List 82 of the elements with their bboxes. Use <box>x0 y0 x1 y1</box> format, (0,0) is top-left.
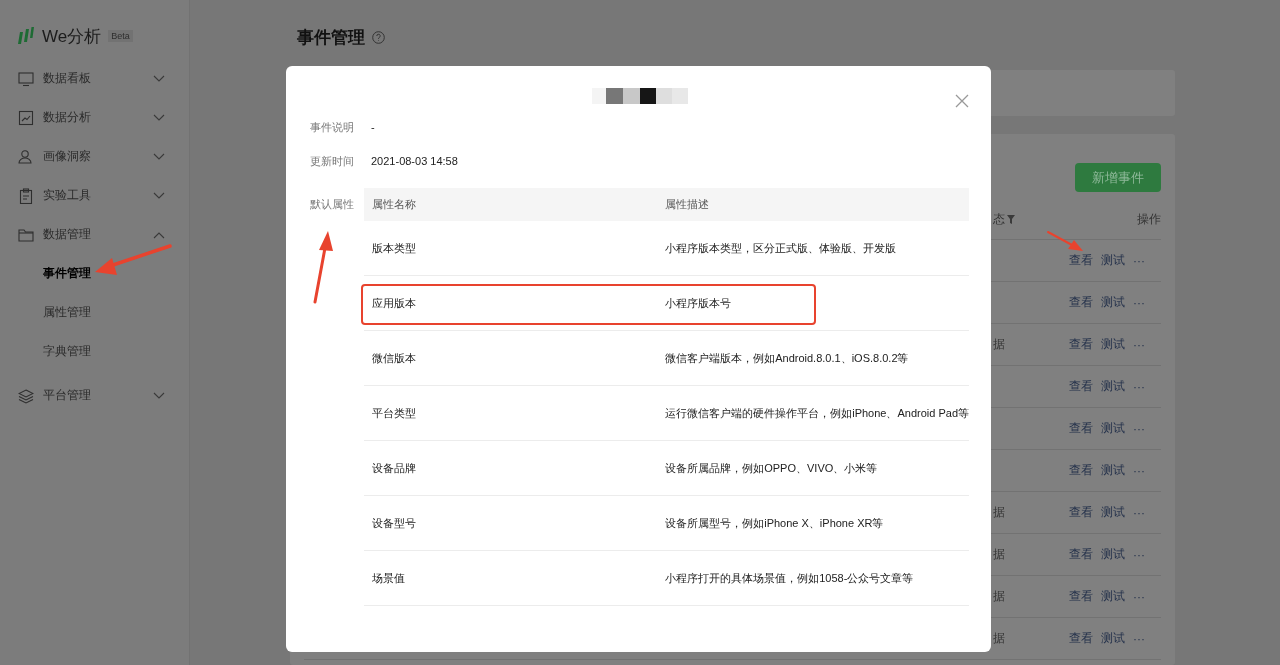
table-cell-text: 平台类型 <box>371 405 418 421</box>
column-header: 操作 <box>1137 211 1161 228</box>
action-link[interactable]: ··· <box>1133 505 1145 520</box>
folder-icon <box>18 226 34 243</box>
table-cell: 小程序打开的具体场景值，例如1058-公众号文章等 <box>665 570 914 586</box>
table-cell-text: 设备品牌 <box>371 460 418 476</box>
field-label: 默认属性 <box>310 197 355 212</box>
table-cell: 运行微信客户端的硬件操作平台，例如iPhone、Android Pad等 <box>665 405 969 421</box>
column-header: 属性名称 <box>371 197 418 212</box>
action-link[interactable]: 查看 <box>1069 462 1093 479</box>
action-link[interactable]: ··· <box>1133 463 1145 478</box>
menu-item[interactable]: 数据分析 <box>0 98 189 137</box>
table-cell-text: 版本类型 <box>371 240 418 256</box>
page-title: 事件管理 <box>297 26 365 49</box>
action-link[interactable]: 查看 <box>1069 252 1093 269</box>
action-link[interactable]: ··· <box>1133 589 1145 604</box>
table-cell: 设备所属型号，例如iPhone X、iPhone XR等 <box>665 515 884 531</box>
table-cell-text: 微信版本 <box>371 350 418 366</box>
app-logo: We分析 <box>42 25 102 48</box>
action-link[interactable]: 查看 <box>1069 420 1093 437</box>
layers-icon <box>18 387 34 404</box>
submenu-item[interactable]: 字典管理 <box>0 332 189 371</box>
table-cell: 小程序版本类型，区分正式版、体验版、开发版 <box>665 240 897 256</box>
action-link[interactable]: 查看 <box>1069 294 1093 311</box>
user-icon <box>18 148 34 165</box>
table-cell: 据 <box>993 504 1005 521</box>
menu-item[interactable]: 数据看板 <box>0 59 189 98</box>
action-link[interactable]: 查看 <box>1069 504 1093 521</box>
new-event-button[interactable]: 新增事件 <box>1075 163 1161 192</box>
action-link[interactable]: 测试 <box>1101 462 1125 479</box>
submenu-item[interactable]: 属性管理 <box>0 293 189 332</box>
chart-icon <box>18 109 34 126</box>
column-header: 态 <box>993 211 1005 228</box>
close-icon[interactable] <box>955 94 969 108</box>
action-link[interactable]: ··· <box>1133 337 1145 352</box>
monitor-icon <box>18 70 34 87</box>
action-link[interactable]: 测试 <box>1101 546 1125 563</box>
action-link[interactable]: 查看 <box>1069 378 1093 395</box>
table-cell-text: 场景值 <box>371 570 407 586</box>
logo-icon <box>17 26 35 46</box>
menu-item[interactable]: 画像洞察 <box>0 137 189 176</box>
clipboard-icon <box>18 187 34 204</box>
action-link[interactable]: 测试 <box>1101 420 1125 437</box>
action-link[interactable]: 测试 <box>1101 336 1125 353</box>
action-link[interactable]: 查看 <box>1069 336 1093 353</box>
action-link[interactable]: ··· <box>1133 253 1145 268</box>
action-link[interactable]: 查看 <box>1069 630 1093 647</box>
action-link[interactable]: 测试 <box>1101 294 1125 311</box>
menu-item[interactable]: 平台管理 <box>0 376 189 415</box>
field-label: 更新时间 <box>310 153 355 169</box>
action-link[interactable]: 查看 <box>1069 546 1093 563</box>
action-link[interactable]: 测试 <box>1101 588 1125 605</box>
filter-icon[interactable] <box>1007 215 1015 224</box>
action-link[interactable]: 测试 <box>1101 252 1125 269</box>
action-link[interactable]: ··· <box>1133 421 1145 436</box>
table-cell-text: 应用版本 <box>371 295 418 311</box>
table-cell: 据 <box>993 588 1005 605</box>
field-label: 事件说明 <box>310 119 355 135</box>
action-link[interactable]: 测试 <box>1101 378 1125 395</box>
table-cell: 据 <box>993 630 1005 647</box>
table-cell: 微信客户端版本，例如Android.8.0.1、iOS.8.0.2等 <box>665 350 909 366</box>
menu-item[interactable]: 实验工具 <box>0 176 189 215</box>
action-link[interactable]: 测试 <box>1101 630 1125 647</box>
beta-badge: Beta <box>108 30 133 42</box>
action-link[interactable]: ··· <box>1133 379 1145 394</box>
annotation-arrow <box>1047 231 1083 251</box>
action-link[interactable]: 查看 <box>1069 588 1093 605</box>
table-cell: 据 <box>993 546 1005 563</box>
field-value: - <box>371 121 375 133</box>
field-value: 2021-08-03 14:58 <box>371 155 458 167</box>
table-cell-text: 设备型号 <box>371 515 418 531</box>
help-icon[interactable] <box>372 30 385 44</box>
action-link[interactable]: ··· <box>1133 547 1145 562</box>
table-cell: 设备所属品牌，例如OPPO、VIVO、小米等 <box>665 460 878 476</box>
submenu-item[interactable]: 事件管理 <box>0 254 189 293</box>
action-link[interactable]: ··· <box>1133 631 1145 646</box>
action-link[interactable]: ··· <box>1133 295 1145 310</box>
menu-item[interactable]: 数据管理 <box>0 215 189 254</box>
table-cell: 据 <box>993 336 1005 353</box>
action-link[interactable]: 测试 <box>1101 504 1125 521</box>
column-header: 属性描述 <box>665 197 710 212</box>
table-cell: 小程序版本号 <box>665 295 732 311</box>
